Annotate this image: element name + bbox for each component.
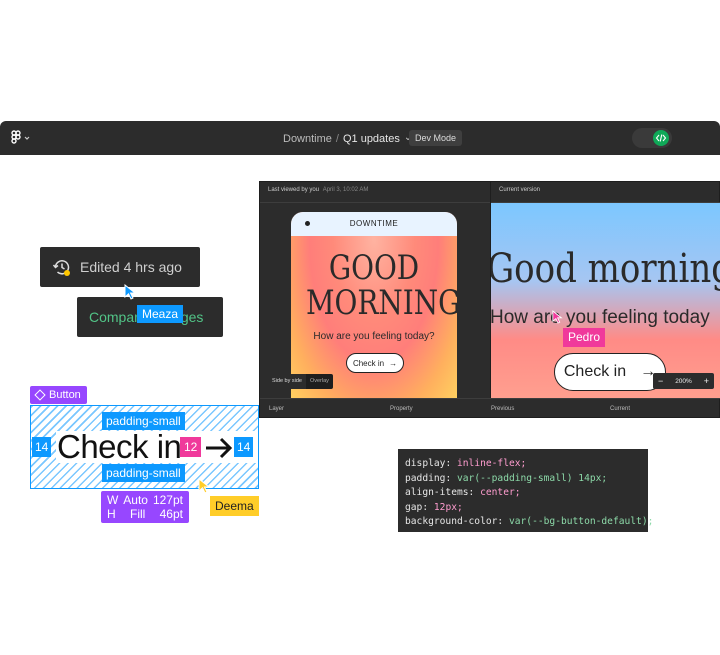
app-brand: DOWNTIME <box>349 219 399 228</box>
cursor-arrow-icon <box>552 310 564 324</box>
overlay-option[interactable]: Overlay <box>306 374 333 389</box>
top-toolbar: Downtime / Q1 updates ⌄ Dev Mode <box>0 121 720 155</box>
checkin-label: Check in <box>352 358 385 368</box>
history-icon <box>52 258 72 278</box>
last-viewed-label: Last viewed by you <box>268 187 320 193</box>
edited-timestamp: Edited 4 hrs ago <box>80 259 182 275</box>
css-value: 12px; <box>433 501 463 513</box>
file-name[interactable]: Q1 updates <box>343 133 400 145</box>
height-mode: Fill <box>129 507 146 521</box>
css-property: gap <box>405 501 423 513</box>
checkin-button-current[interactable]: Check in → <box>554 353 666 391</box>
breadcrumb: Downtime / Q1 updates ⌄ <box>283 131 412 147</box>
code-line: background-color: var(--bg-button-defaul… <box>405 516 654 527</box>
component-label: Button <box>30 386 87 404</box>
mood-question: How are you feeling today? <box>313 331 435 342</box>
button-text: Check in <box>57 428 182 465</box>
previous-version-frame: DOWNTIME GOOD MORNING How are you feelin… <box>291 212 457 398</box>
current-version-header: Current version <box>499 187 541 193</box>
css-value: var(--bg-button-default); <box>508 516 654 527</box>
current-greeting: Good morning <box>491 246 720 292</box>
css-value: inline-flex; <box>457 458 527 469</box>
side-by-side-option[interactable]: Side by side <box>268 374 306 389</box>
current-question: How are you feeling today <box>491 307 710 328</box>
arrow-right-icon <box>204 436 234 460</box>
col-current[interactable]: Current <box>610 406 630 412</box>
greeting-line-2: MORNING <box>305 283 457 323</box>
greeting-line-1: GOOD <box>328 248 420 288</box>
dev-mode-badge[interactable]: Dev Mode <box>409 130 463 146</box>
css-property: padding <box>405 472 446 484</box>
code-line: display: inline-flex; <box>405 458 527 469</box>
component-diamond-icon <box>34 389 46 401</box>
previous-version-header: Last viewed by you April 3, 10:02 AM <box>268 187 368 193</box>
collaborator-cursor-label: Pedro <box>563 328 606 347</box>
css-property: align-items <box>405 487 469 498</box>
zoom-level: 200% <box>675 377 692 385</box>
col-previous[interactable]: Previous <box>491 406 514 412</box>
project-name[interactable]: Downtime <box>283 133 332 145</box>
gap-label: 12 <box>180 437 202 457</box>
width-label: W <box>107 493 119 507</box>
checkin-label: Check in <box>563 363 627 380</box>
component-name: Button <box>49 389 81 401</box>
cursor-arrow-icon <box>124 283 138 300</box>
code-line: padding: var(--padding-small) 14px; <box>405 472 608 484</box>
padding-right-label: 14 <box>234 437 254 457</box>
col-layer[interactable]: Layer <box>269 406 284 412</box>
checkin-button-previous[interactable]: Check in → <box>346 353 404 373</box>
app-header: DOWNTIME <box>291 212 457 236</box>
collaborator-cursor-label: Deema <box>210 496 259 516</box>
current-version-frame: Good morning How are you feeling today C… <box>491 203 720 398</box>
figma-menu-icon[interactable] <box>10 130 34 146</box>
zoom-control: − 200% + <box>653 373 714 389</box>
dimensions-badge: W Auto 127pt H Fill 46pt <box>101 491 189 523</box>
code-snippet-panel[interactable]: display: inline-flex; padding: var(--padd… <box>398 449 654 532</box>
height-value: 46pt <box>159 507 183 521</box>
zoom-in-button[interactable]: + <box>704 376 709 386</box>
width-value: 127pt <box>152 493 183 507</box>
width-mode: Auto <box>123 493 148 507</box>
arrow-right-icon: → <box>389 358 398 368</box>
css-value: var(--padding-small) 14px; <box>457 472 608 484</box>
view-mode-toggle: Side by side Overlay <box>268 374 333 389</box>
css-property: display <box>405 458 446 469</box>
breadcrumb-separator: / <box>335 133 339 145</box>
code-toggle-icon <box>653 130 669 146</box>
dev-mode-toggle[interactable] <box>632 128 672 148</box>
code-line: align-items: center; <box>405 487 521 498</box>
col-property[interactable]: Property <box>390 406 413 412</box>
height-label: H <box>107 507 116 521</box>
collaborator-cursor-label: Meaza <box>137 305 184 323</box>
padding-left-label: 14 <box>32 437 52 457</box>
cursor-arrow-icon <box>198 477 212 494</box>
property-table-header: Layer Property Previous Current <box>260 398 720 418</box>
css-property: background-color <box>405 516 498 527</box>
last-viewed-date: April 3, 10:02 AM <box>322 187 369 193</box>
zoom-out-button[interactable]: − <box>658 376 663 386</box>
version-history-chip[interactable]: Edited 4 hrs ago <box>40 247 200 287</box>
code-line: gap: 12px; <box>405 501 463 513</box>
css-value: center; <box>480 487 521 498</box>
padding-bottom-label: padding-small <box>102 464 185 482</box>
